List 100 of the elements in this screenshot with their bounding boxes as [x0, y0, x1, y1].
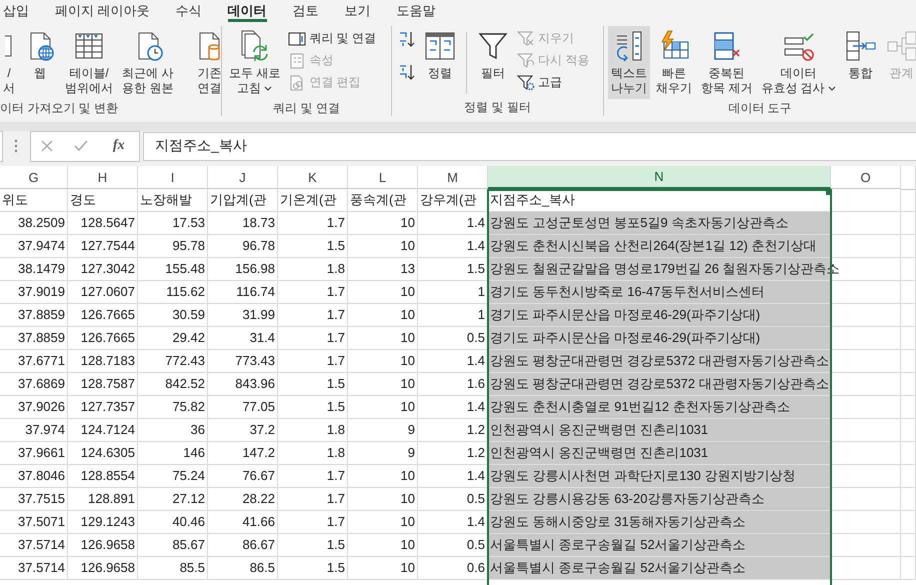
column-header[interactable]: I	[138, 166, 208, 189]
column-header[interactable]: H	[68, 166, 138, 189]
ribbon-button[interactable]: 빠른 채우기	[653, 26, 695, 99]
column-header[interactable]: L	[348, 166, 418, 189]
table-cell: 37.2	[208, 419, 278, 442]
table-cell: 강우계(관	[418, 189, 488, 212]
table-cell: 10	[348, 465, 418, 488]
table-cell: 1.6	[418, 373, 488, 396]
table-cell: 1.5	[278, 557, 348, 580]
table-cell: 1.8	[278, 419, 348, 442]
refresh-icon	[238, 30, 271, 62]
ribbon-small-button[interactable]: 쿼리 및 연결	[286, 28, 378, 49]
table-cell: 1.7	[278, 327, 348, 350]
check-icon[interactable]	[74, 140, 88, 152]
table-cell: 10	[348, 212, 418, 235]
table-cell: 풍속계(관	[348, 189, 418, 212]
table-cell: 37.974	[0, 419, 68, 442]
group-label: 데이터 도구	[727, 100, 793, 117]
table-cell: 76.67	[208, 465, 278, 488]
table-cell: 126.9658	[68, 557, 138, 580]
table-cell: 위도	[0, 189, 68, 212]
ribbon-button[interactable]: 테이블/ 범위에서	[62, 26, 116, 99]
table-cell: 128.891	[68, 488, 138, 511]
ribbon-button[interactable]: 모두 새로 고침	[226, 26, 284, 99]
ribbon-button[interactable]: 필터	[474, 26, 512, 96]
table-cell: 129.1243	[68, 511, 138, 534]
empty-cell	[901, 534, 916, 557]
ribbon-tab[interactable]: 페이지 레이아웃	[55, 0, 150, 22]
empty-cell	[901, 350, 916, 373]
table-cell: 77.05	[208, 396, 278, 419]
table-cell: 10	[348, 281, 418, 304]
table-cell: 0.6	[418, 557, 488, 580]
table-cell: 1.4	[418, 465, 488, 488]
address-text: 강원도 동해시중앙로 31동해자동기상관측소	[490, 514, 746, 529]
address-text: 강원도 평창군대관령면 경강로5372 대관령자동기상관측소	[490, 353, 829, 368]
table-cell: 1.4	[418, 511, 488, 534]
table-cell: 1.7	[278, 350, 348, 373]
ribbon-button[interactable]: 통합	[842, 26, 880, 96]
table-cell: 0.5	[418, 327, 488, 350]
table-cell: 9	[348, 442, 418, 465]
table-cell: 1.5	[278, 396, 348, 419]
column-header[interactable]: J	[208, 166, 278, 189]
close-icon[interactable]	[41, 140, 54, 152]
ribbon-tab[interactable]: 검토	[292, 0, 319, 22]
table-cell: 1.7	[278, 488, 348, 511]
ribbon-button[interactable]: 최근에 사 용한 원본	[119, 26, 176, 99]
insert-function-button[interactable]: fx	[108, 138, 129, 154]
filter-refresh-icon	[517, 52, 535, 68]
address-text: 강원도 강릉시사천면 과학단지로130 강원지방기상청	[490, 468, 796, 483]
table-cell: 18.73	[208, 212, 278, 235]
table-cell: 1.7	[278, 304, 348, 327]
table-cell: 146	[138, 442, 208, 465]
table-cell: 127.3042	[68, 258, 138, 281]
column-header[interactable]: O	[831, 166, 901, 189]
table-cell: 10	[348, 235, 418, 258]
table-cell: 9	[348, 419, 418, 442]
table-cell: 10	[348, 488, 418, 511]
ribbon-tab[interactable]: 수식	[176, 0, 202, 22]
column-header[interactable]: K	[278, 166, 348, 189]
column-header[interactable]	[901, 166, 916, 190]
table-cell: 1.8	[278, 442, 348, 465]
ribbon-tab[interactable]: 도움말	[396, 0, 436, 22]
table-cell: 10	[348, 373, 418, 396]
ribbon-button[interactable]: 정렬	[421, 26, 459, 96]
ribbon-button[interactable]: / 서	[0, 26, 18, 99]
table-cell: 96.78	[208, 235, 278, 258]
address-text: 강원도 고성군토성면 봉포5길9 속초자동기상관측소	[490, 215, 788, 230]
ribbon-button[interactable]: 기존 연결	[190, 26, 228, 99]
formula-field[interactable]: 지점주소_복사	[143, 132, 916, 160]
table-cell: 37.5071	[0, 511, 68, 534]
ribbon-button[interactable]: 웹	[21, 26, 59, 96]
ribbon-button[interactable]: 텍스트 나누기	[608, 26, 650, 99]
column-header[interactable]: N	[488, 166, 831, 189]
empty-cell	[901, 235, 916, 258]
column-header[interactable]: G	[0, 166, 68, 189]
empty-cell	[901, 557, 916, 580]
ribbon-button[interactable]: 중복된 항목 제거	[698, 26, 756, 99]
column-header[interactable]: M	[418, 166, 488, 189]
ribbon-button[interactable]: 데이터 유효성 검사	[758, 26, 839, 99]
table-cell: 1.8	[278, 258, 348, 281]
table-cell: 126.9658	[68, 534, 138, 557]
table-cell: 37.5714	[0, 534, 68, 557]
ribbon-tab[interactable]: 보기	[344, 0, 371, 22]
table-cell: 38.1479	[0, 258, 68, 281]
ribbon-tab[interactable]: 삽입	[3, 0, 29, 22]
table-cell: 1	[418, 281, 488, 304]
address-text: 경기도 파주시문산읍 마정로46-29(파주기상대)	[490, 307, 760, 322]
table-cell: 126.7665	[68, 327, 138, 350]
table-cell: 1.5	[278, 235, 348, 258]
empty-cell	[901, 304, 916, 327]
table-cell: 37.5714	[0, 557, 68, 580]
filter-clear-icon	[517, 30, 535, 46]
grip-icon[interactable]	[14, 139, 18, 153]
ribbon-small-button[interactable]: 고급	[515, 72, 592, 93]
table-cell: 128.8554	[68, 465, 138, 488]
group-label: 쿼리 및 연결	[272, 100, 341, 117]
table-cell: 0.5	[418, 488, 488, 511]
table-cell: 37.7515	[0, 488, 68, 511]
table-cell: 13	[348, 258, 418, 281]
address-text: 경기도 동두천시방죽로 16-47동두천서비스센터	[490, 284, 764, 299]
